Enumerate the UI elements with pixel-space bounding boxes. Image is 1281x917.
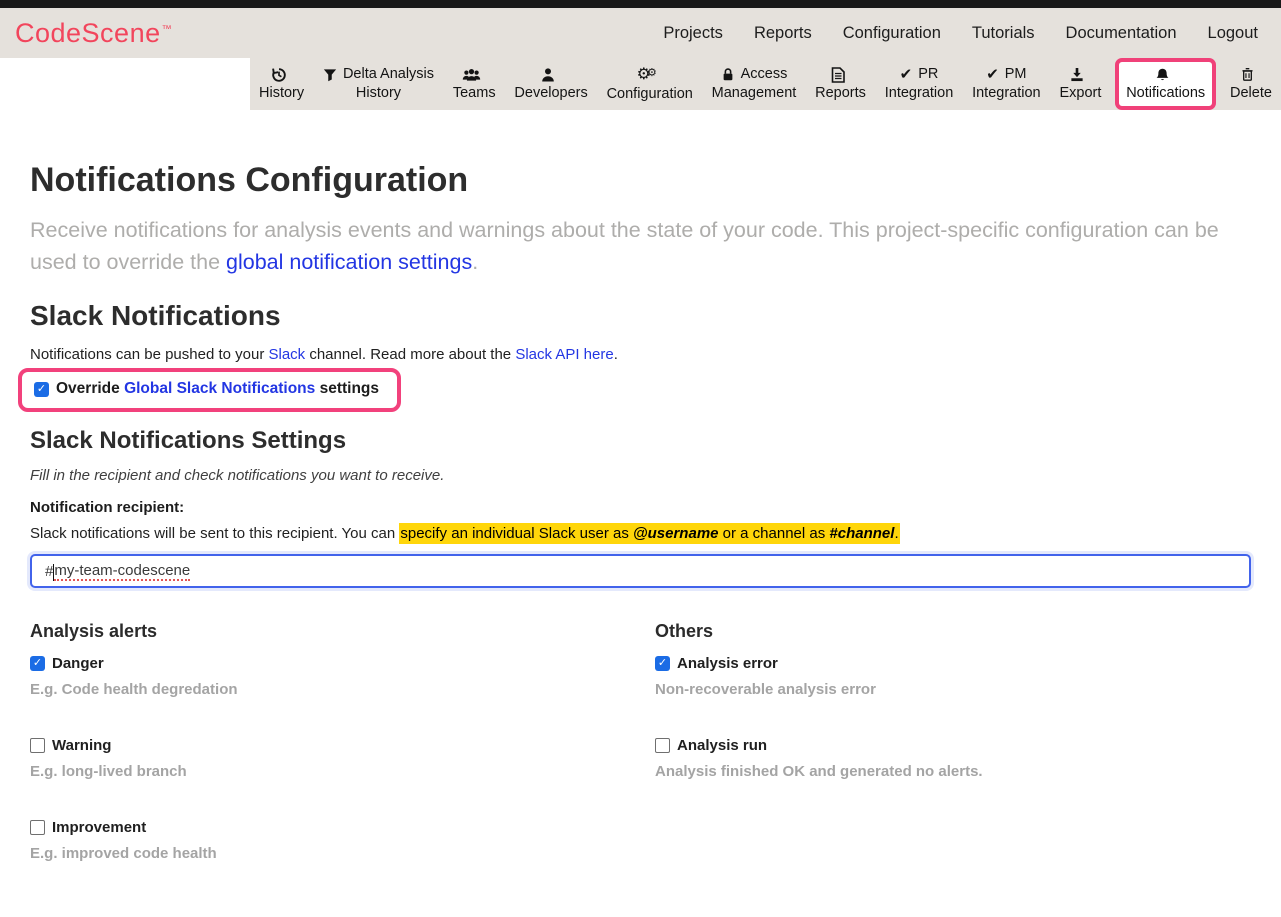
analysis-run-description: Analysis finished OK and generated no al… <box>655 763 1251 780</box>
slack-settings-heading: Slack Notifications Settings <box>30 426 1251 456</box>
main-content: Notifications Configuration Receive noti… <box>0 159 1281 917</box>
export-icon <box>1069 67 1085 82</box>
improvement-checkbox[interactable] <box>30 820 45 835</box>
option-improvement: Improvement <box>30 819 655 836</box>
improvement-description: E.g. improved code health <box>30 845 655 862</box>
toolbar-pr-integration[interactable]: ✔PR Integration <box>880 58 959 110</box>
toolbar-label: History <box>259 84 304 103</box>
slack-link[interactable]: Slack <box>268 346 305 363</box>
slack-api-link[interactable]: Slack API here <box>515 346 613 363</box>
recipient-label: Notification recipient: <box>30 499 1251 516</box>
slack-description: Notifications can be pushed to your Slac… <box>30 346 1251 363</box>
history-icon <box>271 67 287 83</box>
toolbar-label: Export <box>1059 84 1101 103</box>
warning-description: E.g. long-lived branch <box>30 763 655 780</box>
recipient-value: my-team-codescene <box>54 562 190 581</box>
main-nav: Projects Reports Configuration Tutorials… <box>663 24 1281 43</box>
highlighted-text: specify an individual Slack user as @use… <box>399 523 899 544</box>
analysis-alerts-column: Analysis alerts ✓ Danger E.g. Code healt… <box>30 621 655 901</box>
toolbar-delete[interactable]: Delete <box>1225 58 1277 110</box>
report-icon <box>831 67 845 83</box>
notification-options: Analysis alerts ✓ Danger E.g. Code healt… <box>30 621 1251 901</box>
nav-logout[interactable]: Logout <box>1208 24 1258 43</box>
nav-tutorials[interactable]: Tutorials <box>972 24 1035 43</box>
nav-configuration[interactable]: Configuration <box>843 24 941 43</box>
codescene-logo[interactable]: CodeScene™ <box>0 18 172 49</box>
option-warning: Warning <box>30 737 655 754</box>
override-label: Override Global Slack Notifications sett… <box>56 380 379 398</box>
project-toolbar: History Delta Analysis History Teams Dev… <box>250 58 1281 110</box>
nav-projects[interactable]: Projects <box>663 24 723 43</box>
app-header: CodeScene™ Projects Reports Configuratio… <box>0 8 1281 58</box>
override-annotation-box: ✓ Override Global Slack Notifications se… <box>18 368 401 412</box>
toolbar-label: Notifications <box>1126 84 1205 103</box>
danger-description: E.g. Code health degredation <box>30 681 655 698</box>
toolbar-developers[interactable]: Developers <box>509 58 592 110</box>
toolbar-label: Integration <box>972 84 1041 103</box>
recipient-input[interactable]: #my-team-codescene <box>30 554 1251 588</box>
trademark-symbol: ™ <box>162 24 173 35</box>
toolbar-history[interactable]: History <box>254 58 309 110</box>
toolbar-label: Delete <box>1230 84 1272 103</box>
recipient-description: Slack notifications will be sent to this… <box>30 525 1251 542</box>
analysis-alerts-heading: Analysis alerts <box>30 621 655 642</box>
toolbar-configuration[interactable]: ⚙⚙ Configuration <box>602 58 698 110</box>
channel-example: #channel <box>829 525 894 542</box>
cogs-icon: ⚙⚙ <box>637 64 657 85</box>
nav-reports[interactable]: Reports <box>754 24 812 43</box>
window-top-bar <box>0 0 1281 8</box>
others-heading: Others <box>655 621 1251 642</box>
filter-icon <box>323 68 337 82</box>
toolbar-label: Developers <box>514 84 587 103</box>
trash-icon <box>1241 67 1254 82</box>
toolbar-access-management[interactable]: Access Management <box>707 58 802 110</box>
slack-notifications-heading: Slack Notifications <box>30 299 1251 332</box>
toolbar-export[interactable]: Export <box>1054 58 1106 110</box>
page-intro: Receive notifications for analysis event… <box>30 215 1226 278</box>
toolbar-label: Configuration <box>607 85 693 104</box>
settings-hint: Fill in the recipient and check notifica… <box>30 467 1251 484</box>
analysis-run-checkbox[interactable] <box>655 738 670 753</box>
analysis-error-description: Non-recoverable analysis error <box>655 681 1251 698</box>
toolbar-reports[interactable]: Reports <box>810 58 871 110</box>
option-analysis-error: ✓ Analysis error <box>655 655 1251 672</box>
teams-icon <box>462 67 481 83</box>
toolbar-label: History <box>356 84 401 103</box>
toolbar-label: Teams <box>453 84 496 103</box>
toolbar-pm-integration[interactable]: ✔PM Integration <box>967 58 1046 110</box>
toolbar-label: Reports <box>815 84 866 103</box>
analysis-error-checkbox[interactable]: ✓ <box>655 656 670 671</box>
bell-icon <box>1155 67 1170 83</box>
danger-checkbox[interactable]: ✓ <box>30 656 45 671</box>
global-slack-notifications-link[interactable]: Global Slack Notifications <box>124 380 315 397</box>
toolbar-label: Integration <box>885 84 954 103</box>
option-danger: ✓ Danger <box>30 655 655 672</box>
username-example: @username <box>633 525 719 542</box>
page-title: Notifications Configuration <box>30 159 1251 201</box>
warning-checkbox[interactable] <box>30 738 45 753</box>
toolbar-teams[interactable]: Teams <box>448 58 501 110</box>
global-notification-settings-link[interactable]: global notification settings <box>226 250 472 274</box>
toolbar-notifications[interactable]: Notifications <box>1115 58 1216 110</box>
option-analysis-run: Analysis run <box>655 737 1251 754</box>
lock-icon <box>721 67 735 82</box>
others-column: Others ✓ Analysis error Non-recoverable … <box>655 621 1251 901</box>
nav-documentation[interactable]: Documentation <box>1066 24 1177 43</box>
check-icon: ✔ <box>900 65 913 84</box>
developer-icon <box>541 67 555 83</box>
override-checkbox[interactable]: ✓ <box>34 382 49 397</box>
toolbar-label: Management <box>712 84 797 103</box>
brand-text: CodeScene <box>15 18 161 48</box>
toolbar-delta-analysis-history[interactable]: Delta Analysis History <box>318 58 439 110</box>
check-icon: ✔ <box>986 65 999 84</box>
